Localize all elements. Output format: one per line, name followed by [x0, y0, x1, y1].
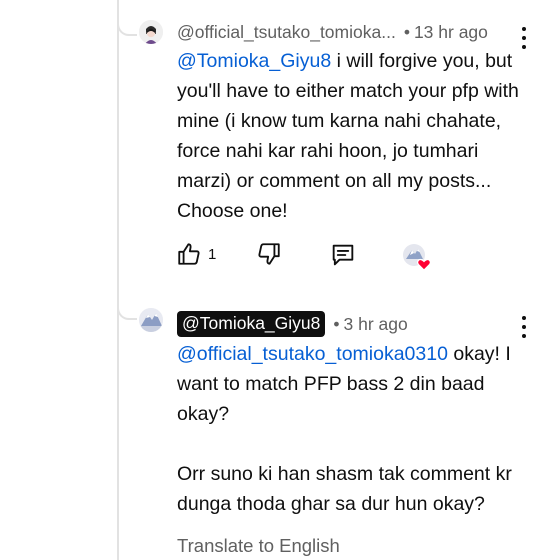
- thread-line: [117, 0, 119, 560]
- comment-text: @official_tsutako_tomioka0310 okay! I wa…: [177, 339, 537, 519]
- avatar-image: [139, 308, 163, 332]
- comment-actions: 1: [176, 241, 456, 271]
- thread-connector: [117, 20, 137, 36]
- comment-paragraph: Orr suno ki han shasm tak comment kr dun…: [177, 463, 512, 515]
- comment-body: i will forgive you, but you'll have to e…: [177, 50, 519, 222]
- comment-text: @Tomioka_Giyu8 i will forgive you, but y…: [177, 46, 527, 226]
- reply-icon: [332, 244, 354, 266]
- like-count: 1: [208, 245, 217, 263]
- comment-thread: @official_tsutako_tomioka... • 13 hr ago…: [0, 0, 560, 560]
- mention-link[interactable]: @Tomioka_Giyu8: [177, 50, 331, 72]
- comment-timestamp[interactable]: 3 hr ago: [344, 314, 408, 335]
- reply-button[interactable]: [329, 241, 357, 269]
- translate-button[interactable]: Translate to English: [177, 535, 340, 557]
- author-name[interactable]: @official_tsutako_tomioka...: [177, 22, 396, 43]
- meta-separator: •: [333, 313, 340, 334]
- comment-timestamp[interactable]: 13 hr ago: [414, 22, 488, 43]
- thread-connector: [117, 304, 137, 320]
- like-button[interactable]: 1: [176, 241, 216, 267]
- avatar[interactable]: [139, 308, 163, 332]
- creator-avatar-heart: [403, 244, 432, 271]
- comment-header: @official_tsutako_tomioka... • 13 hr ago: [177, 22, 488, 43]
- avatar-image: [139, 20, 163, 44]
- mention-link[interactable]: @official_tsutako_tomioka0310: [177, 343, 448, 365]
- dislike-button[interactable]: [256, 241, 282, 267]
- avatar[interactable]: [139, 20, 163, 44]
- author-name-badge[interactable]: @Tomioka_Giyu8: [177, 311, 326, 337]
- meta-separator: •: [403, 22, 410, 42]
- creator-heart-icon[interactable]: [402, 243, 434, 271]
- thumbs-down-icon: [258, 243, 280, 265]
- more-vert-icon[interactable]: [517, 316, 531, 338]
- thumbs-up-icon: [178, 243, 200, 265]
- comment-paragraph: @official_tsutako_tomioka0310 okay! I wa…: [177, 339, 537, 429]
- comment-header: @Tomioka_Giyu8 • 3 hr ago: [177, 311, 408, 337]
